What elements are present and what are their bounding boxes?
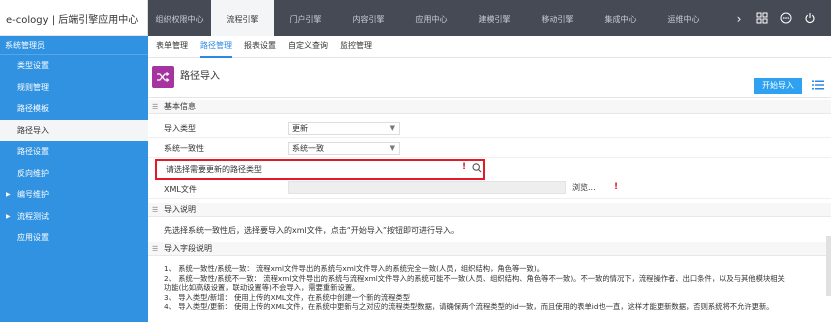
sidebar-item-label: 路径导入 [17, 125, 49, 135]
subnav-custom-query[interactable]: 自定义查询 [288, 36, 328, 58]
sidebar-item-label: 编号维护 [17, 190, 49, 199]
path-type-label: 请选择需要更新的路径类型 [166, 165, 262, 174]
import-desc-header: ☰ 导入说明 [148, 203, 831, 217]
browse-button[interactable]: 浏览... [572, 181, 596, 194]
section-title: 导入说明 [164, 205, 196, 214]
sidebar-item-app-settings[interactable]: 应用设置 [0, 227, 148, 249]
sidebar-item-path-template[interactable]: 路径模板 [0, 98, 148, 120]
page-title: 路径导入 [180, 71, 220, 82]
section-title: 基本信息 [164, 102, 196, 111]
scrollbar[interactable] [826, 236, 831, 296]
sidebar-item-label: 路径设置 [17, 147, 49, 156]
top-tab-workflow[interactable]: 流程引擎 [211, 0, 274, 36]
chevron-right-icon[interactable]: › [732, 0, 746, 36]
app-title: e-cology | 后端引擎应用中心 [6, 15, 139, 26]
sidebar-item-label: 流程测试 [17, 211, 49, 221]
top-tab-integration[interactable]: 集成中心 [589, 0, 652, 36]
grid-icon[interactable] [756, 12, 768, 24]
field-desc-header: ☰ 导入字段说明 [148, 242, 831, 256]
sub-nav: 表单管理 路径管理 报表设置 自定义查询 监控管理 [148, 36, 831, 58]
top-tab-portal[interactable]: 门户引擎 [274, 0, 337, 36]
top-bar: e-cology | 后端引擎应用中心 组织权限中心 流程引擎 门户引擎 内容引… [0, 0, 831, 36]
note-line: 3、 导入类型/新增： 使用上传的XML文件，在系统中创建一个新的流程类型 [164, 292, 411, 302]
chevron-down-icon: ▼ [389, 144, 395, 152]
xml-file-label: XML文件 [164, 185, 197, 194]
top-icons [752, 0, 816, 36]
path-type-input[interactable] [288, 163, 463, 177]
note-line: 2、 系统一致性/系统不一致： 流程xml文件导出的系统与流程xml文件导入的系… [164, 273, 785, 283]
page-header: 路径导入 开始导入 [148, 58, 831, 98]
sidebar-item-label: 路径模板 [17, 104, 49, 113]
import-type-label: 导入类型 [164, 124, 196, 133]
required-mark-icon: ! [614, 182, 619, 192]
sidebar-item-path-import[interactable]: 路径导入 [0, 119, 148, 141]
sidebar-title: 系统管理员 [0, 36, 148, 55]
section-lines-icon: ☰ [152, 206, 159, 214]
consistency-label: 系统一致性 [164, 144, 204, 153]
import-desc-text: 先选择系统一致性后，选择要导入的xml文件，点击“开始导入”按钮即可进行导入。 [164, 226, 460, 235]
sidebar-item-label: 应用设置 [17, 233, 49, 242]
field-desc-notes: 1、 系统一致性/系统一致： 流程xml文件导出的系统与xml文件导入的系统完全… [164, 264, 828, 312]
xml-file-field[interactable] [288, 181, 566, 194]
subnav-form-management[interactable]: 表单管理 [156, 36, 188, 58]
basic-info-header: ☰ 基本信息 [148, 100, 831, 114]
subnav-path-management[interactable]: 路径管理 [200, 36, 232, 58]
sidebar-item-workflow-test[interactable]: ▶ 流程测试 [0, 206, 148, 228]
search-icon[interactable] [472, 162, 482, 174]
top-tab-ops[interactable]: 运维中心 [652, 0, 715, 36]
dots-circle-icon[interactable] [780, 12, 792, 24]
note-line: 4、 导入类型/更新： 使用上传的XML文件，在系统中更新与之对应的流程类型数据… [164, 302, 774, 312]
power-icon[interactable] [804, 12, 816, 24]
import-type-value: 更新 [292, 124, 308, 133]
caret-right-icon: ▶ [6, 212, 11, 220]
sidebar: 系统管理员 类型设置 规则管理 路径模板 路径导入 路径设置 反向维护 ▶ 编号维… [0, 36, 148, 322]
sidebar-item-label: 反向维护 [17, 168, 49, 178]
logo-area: e-cology | 后端引擎应用中心 [0, 0, 148, 36]
top-tab-org[interactable]: 组织权限中心 [148, 0, 211, 36]
top-tab-content[interactable]: 内容引擎 [337, 0, 400, 36]
chevron-down-icon: ▼ [389, 124, 395, 132]
section-title: 导入字段说明 [164, 244, 212, 253]
note-line: 1、 系统一致性/系统一致： 流程xml文件导出的系统与xml文件导入的系统完全… [164, 264, 544, 273]
main-content: 表单管理 路径管理 报表设置 自定义查询 监控管理 路径导入 开始导入 ☰ 基本… [148, 36, 831, 322]
caret-right-icon: ▶ [6, 191, 11, 198]
sidebar-item-type-settings[interactable]: 类型设置 [0, 55, 148, 77]
section-lines-icon: ☰ [152, 245, 159, 253]
top-tab-mobile[interactable]: 移动引擎 [526, 0, 589, 36]
section-lines-icon: ☰ [152, 103, 159, 111]
sidebar-item-rule-management[interactable]: 规则管理 [0, 77, 148, 99]
sidebar-item-label: 规则管理 [17, 82, 49, 92]
consistency-row: 系统一致性 系统一致 ▼ [148, 140, 831, 158]
sidebar-item-path-settings[interactable]: 路径设置 [0, 141, 148, 163]
top-tab-modeling[interactable]: 建模引擎 [463, 0, 526, 36]
required-mark-icon: ! [462, 162, 467, 172]
consistency-value: 系统一致 [292, 144, 324, 153]
subnav-report-settings[interactable]: 报表设置 [244, 36, 276, 58]
top-tab-apps[interactable]: 应用中心 [400, 0, 463, 36]
sidebar-item-label: 类型设置 [17, 61, 49, 70]
list-menu-icon[interactable] [812, 79, 824, 91]
start-import-button[interactable]: 开始导入 [754, 78, 802, 94]
note-line: 功能(比如高级设置，联动设置等)不会导入，需要重新设置。 [164, 283, 360, 293]
shuffle-icon [152, 66, 174, 88]
import-type-row: 导入类型 更新 ▼ [148, 120, 831, 138]
sidebar-item-number-maintenance[interactable]: ▶ 编号维护 [0, 184, 148, 206]
sidebar-item-reverse-maintenance[interactable]: 反向维护 [0, 163, 148, 185]
subnav-monitor-management[interactable]: 监控管理 [340, 36, 372, 58]
top-tabs: 组织权限中心 流程引擎 门户引擎 内容引擎 应用中心 建模引擎 移动引擎 集成中… [148, 0, 715, 36]
import-type-select[interactable]: 更新 ▼ [288, 122, 400, 135]
consistency-select[interactable]: 系统一致 ▼ [288, 142, 400, 155]
